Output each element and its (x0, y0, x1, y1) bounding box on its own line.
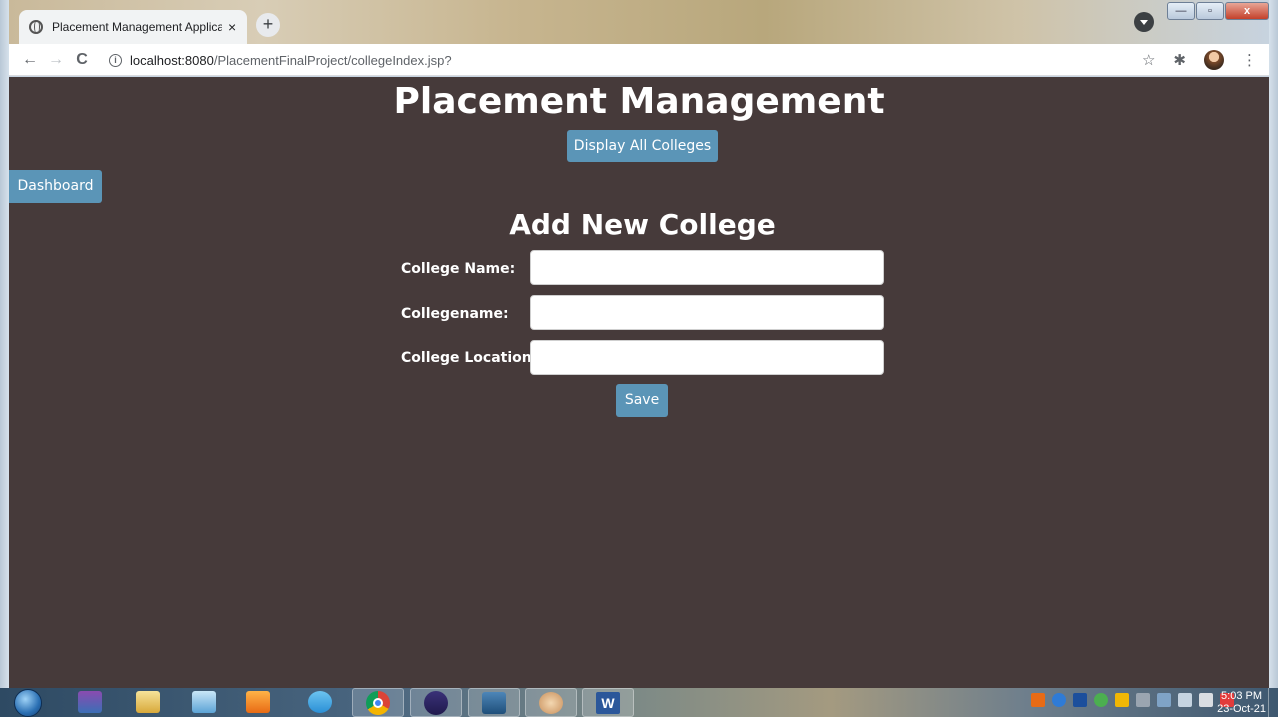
close-window-button[interactable]: x (1225, 2, 1269, 20)
telegram-icon[interactable] (308, 691, 332, 713)
tray-speaker-icon[interactable] (1157, 693, 1171, 707)
profile-menu-icon[interactable] (1134, 12, 1154, 32)
window-left-edge (0, 0, 9, 688)
mysql-taskbar-button[interactable] (468, 688, 520, 717)
form-title: Add New College (509, 208, 776, 241)
college-name-input[interactable] (530, 250, 884, 285)
chrome-icon (366, 691, 390, 715)
globe-icon (29, 20, 43, 34)
forward-button[interactable]: → (43, 51, 69, 69)
tray-app-icon[interactable] (1031, 693, 1045, 707)
college-name-label: College Name: (401, 261, 516, 277)
window-right-edge (1269, 0, 1278, 688)
tray-update-icon[interactable] (1094, 693, 1108, 707)
back-button[interactable]: ← (17, 51, 43, 69)
paint-taskbar-button[interactable] (525, 688, 577, 717)
dashboard-button[interactable]: Dashboard (9, 170, 102, 203)
address-bar[interactable]: i localhost:8080/PlacementFinalProject/c… (109, 48, 1129, 72)
college-location-label: College Location: (401, 350, 538, 366)
new-tab-button[interactable]: + (256, 13, 280, 37)
menu-icon[interactable]: ⋮ (1242, 51, 1257, 69)
tray-chat-icon[interactable] (1052, 693, 1066, 707)
collegename-input[interactable] (530, 295, 884, 330)
system-tray (1031, 693, 1234, 707)
word-taskbar-button[interactable]: W (582, 688, 634, 717)
college-location-input[interactable] (530, 340, 884, 375)
sublime-icon[interactable] (246, 691, 270, 713)
word-icon: W (596, 692, 620, 714)
clock-date: 23-Oct-21 (1217, 703, 1266, 715)
eclipse-icon (424, 691, 448, 715)
avatar[interactable] (1204, 50, 1224, 70)
browser-tab[interactable]: Placement Management Applicat × (19, 10, 247, 44)
browser-toolbar: ← → C i localhost:8080/PlacementFinalPro… (9, 44, 1269, 76)
eclipse-taskbar-button[interactable] (410, 688, 462, 717)
winrar-icon[interactable] (78, 691, 102, 713)
show-desktop-button[interactable] (1268, 688, 1278, 717)
minimize-button[interactable]: — (1167, 2, 1195, 20)
notepad-icon[interactable] (192, 691, 216, 713)
tab-strip: Placement Management Applicat × + (9, 0, 1269, 44)
tray-power-icon[interactable] (1136, 693, 1150, 707)
collegename-label: Collegename: (401, 306, 509, 322)
bookmark-star-icon[interactable]: ☆ (1142, 51, 1155, 69)
tray-network-icon[interactable] (1178, 693, 1192, 707)
reload-button[interactable]: C (69, 51, 95, 69)
file-manager-icon[interactable] (136, 691, 160, 713)
taskbar: W 5:03 PM 23-Oct-21 (0, 688, 1278, 717)
tray-bluetooth-icon[interactable] (1073, 693, 1087, 707)
tab-title: Placement Management Applicat (52, 20, 222, 34)
url-path: /PlacementFinalProject/collegeIndex.jsp? (213, 52, 452, 68)
tray-signal-icon[interactable] (1199, 693, 1213, 707)
paint-icon (539, 692, 563, 714)
tab-close-icon[interactable]: × (228, 19, 236, 35)
page-body: Placement Management Display All College… (9, 77, 1269, 688)
toolbar-actions: ☆ ✱ ⋮ (1142, 50, 1257, 70)
maximize-button[interactable]: ▫ (1196, 2, 1224, 20)
tray-flag-icon[interactable] (1115, 693, 1129, 707)
chrome-taskbar-button[interactable] (352, 688, 404, 717)
url-text[interactable]: localhost:8080/PlacementFinalProject/col… (130, 53, 452, 68)
save-button[interactable]: Save (616, 384, 668, 417)
display-all-colleges-button[interactable]: Display All Colleges (567, 130, 718, 162)
window-controls: — ▫ x (1166, 2, 1269, 20)
page-title: Placement Management (393, 81, 885, 122)
info-icon[interactable]: i (109, 53, 122, 67)
extensions-icon[interactable]: ✱ (1173, 51, 1186, 69)
url-host: localhost:8080 (130, 52, 214, 68)
taskbar-clock[interactable]: 5:03 PM 23-Oct-21 (1217, 690, 1266, 716)
clock-time: 5:03 PM (1221, 690, 1263, 702)
start-button-icon[interactable] (14, 689, 42, 717)
mysql-icon (482, 692, 506, 714)
